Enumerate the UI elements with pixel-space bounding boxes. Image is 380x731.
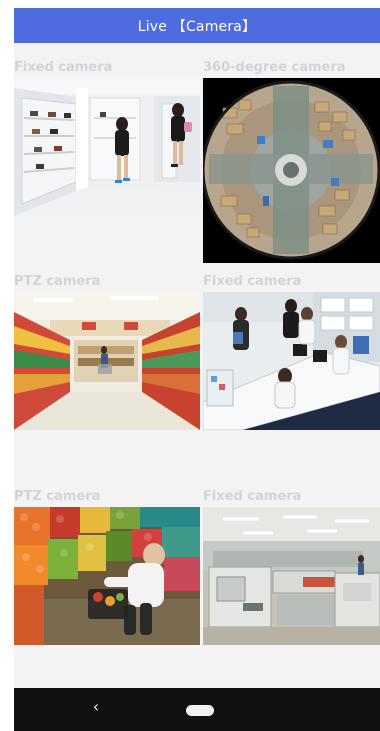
app-header: Live 【Camera】 — [14, 8, 380, 43]
shoe-store-image — [14, 78, 200, 216]
supermarket-aisle-image — [14, 292, 200, 430]
app-screen: Live 【Camera】 Fixed camera 360-degree ca… — [14, 8, 380, 731]
warehouse-fisheye-image — [203, 78, 380, 263]
produce-shopper-image — [14, 507, 200, 645]
camera-feed-thumbnail[interactable] — [14, 507, 200, 645]
camera-tile-4[interactable]: Fixed camera — [203, 257, 380, 470]
factory-floor-image — [203, 507, 380, 645]
camera-label: PTZ camera — [14, 489, 101, 505]
camera-label: Fixed camera — [14, 60, 113, 76]
camera-feed-thumbnail[interactable] — [203, 507, 380, 645]
camera-tile-1[interactable]: Fixed camera — [14, 43, 202, 256]
device: Live 【Camera】 Fixed camera 360-degree ca… — [0, 0, 380, 731]
camera-tile-2[interactable]: 360-degree camera — [203, 43, 380, 263]
camera-feed-thumbnail[interactable] — [203, 292, 380, 430]
back-icon[interactable]: ‹ — [86, 697, 106, 716]
camera-feed-thumbnail[interactable] — [14, 292, 200, 430]
home-pill-icon[interactable] — [186, 705, 214, 716]
camera-label: Fixed camera — [203, 489, 302, 505]
system-nav-bar: ‹ — [14, 688, 380, 731]
camera-label: PTZ camera — [14, 274, 101, 290]
page-title: Live 【Camera】 — [137, 18, 257, 35]
camera-feed-thumbnail[interactable] — [14, 78, 200, 216]
camera-tile-6[interactable]: Fixed camera — [203, 472, 380, 685]
camera-label: Fixed camera — [203, 274, 302, 290]
camera-tile-5[interactable]: PTZ camera — [14, 472, 202, 685]
camera-tile-3[interactable]: PTZ camera — [14, 257, 202, 470]
camera-label: 360-degree camera — [203, 60, 346, 76]
camera-feed-thumbnail[interactable] — [203, 78, 380, 263]
pharmacy-counter-image — [203, 292, 380, 430]
